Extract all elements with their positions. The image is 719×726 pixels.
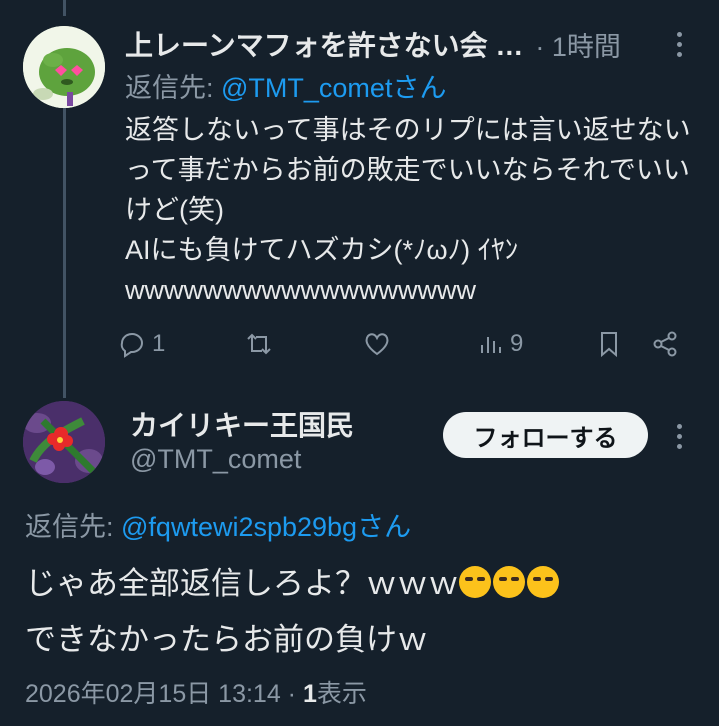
views-icon — [481, 337, 501, 353]
follow-button[interactable]: フォローする — [443, 412, 648, 458]
tweet-text-line1: じゃあ全部返信しろよ？ｗｗｗ — [25, 566, 459, 601]
views-count: 9 — [510, 330, 524, 357]
views-button[interactable]: 9 — [476, 326, 523, 362]
reply-mention-link[interactable]: @fqwtewi2spb29bgさん — [121, 512, 411, 542]
tweet-time[interactable]: · 1時間 — [535, 25, 621, 64]
reply-prefix: 返信先: — [125, 73, 222, 103]
emoji-rofl-icon — [459, 566, 491, 598]
avatar[interactable] — [23, 26, 105, 108]
tweet-meta: 2026年02月15日 13:14 · 1表示 — [25, 674, 367, 710]
tweet-text: じゃあ全部返信しろよ？ｗｗｗ できなかったらお前の負けｗ — [25, 556, 705, 668]
reply-context: 返信先: @fqwtewi2spb29bgさん — [25, 505, 411, 544]
retweet-button[interactable] — [244, 326, 278, 362]
display-name[interactable]: カイリキー王国民 — [130, 404, 354, 444]
avatar[interactable] — [23, 401, 105, 483]
thread-line-connector — [63, 108, 66, 398]
tweet-text-line2: できなかったらお前の負けｗ — [25, 622, 428, 657]
more-icon[interactable] — [664, 416, 694, 456]
bookmark-button[interactable] — [594, 326, 624, 362]
reply-prefix: 返信先: — [25, 512, 122, 542]
reply-count: 1 — [152, 330, 166, 357]
reply-button[interactable]: 1 — [118, 326, 165, 362]
views-number: 1 — [302, 680, 317, 708]
like-icon — [365, 333, 389, 356]
tweet-text: 返答しないって事はそのリプには言い返せないって事だからお前の敗走でいいならそれで… — [125, 115, 691, 305]
emoji-rofl-icon — [493, 566, 525, 598]
display-name[interactable]: 上レーンマフォを許さない会 … — [125, 24, 523, 64]
retweet-icon — [247, 333, 271, 355]
reply-context: 返信先: @TMT_cometさん — [125, 66, 446, 105]
tweet-actions: 1 9 — [118, 326, 688, 362]
reply-icon — [120, 333, 143, 358]
like-button[interactable] — [362, 326, 396, 362]
share-icon — [653, 331, 677, 357]
views-label: 表示 — [316, 680, 367, 708]
share-button[interactable] — [650, 326, 680, 362]
thread-line-top — [63, 0, 66, 16]
more-icon[interactable] — [664, 24, 694, 64]
tweet-date[interactable]: 2026年02月15日 13:14 · — [25, 680, 303, 708]
emoji-rofl-icon — [527, 566, 559, 598]
tweet-header: 上レーンマフォを許さない会 … · 1時間 — [125, 22, 695, 66]
user-handle[interactable]: @TMT_comet — [130, 444, 301, 475]
reply-mention-link[interactable]: @TMT_cometさん — [221, 73, 446, 103]
bookmark-icon — [601, 332, 617, 358]
